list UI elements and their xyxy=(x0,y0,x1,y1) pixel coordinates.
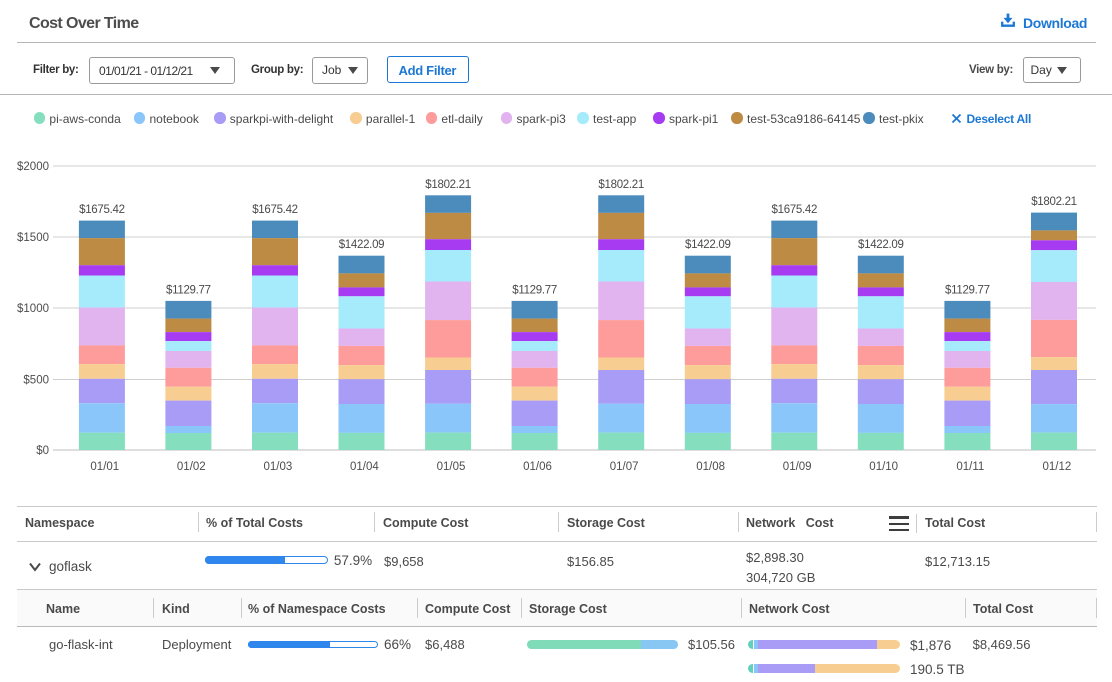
svg-text:$2000: $2000 xyxy=(17,161,49,173)
svg-text:$1675.42: $1675.42 xyxy=(79,204,125,216)
svg-text:01/04: 01/04 xyxy=(350,461,379,473)
svg-text:$1422.09: $1422.09 xyxy=(685,239,731,251)
svg-text:$1129.77: $1129.77 xyxy=(512,284,557,296)
svg-text:01/06: 01/06 xyxy=(523,461,552,473)
svg-text:01/07: 01/07 xyxy=(610,461,639,473)
svg-text:01/11: 01/11 xyxy=(956,461,984,473)
svg-text:$0: $0 xyxy=(36,445,49,457)
svg-text:$1422.09: $1422.09 xyxy=(339,239,385,251)
svg-text:01/10: 01/10 xyxy=(869,461,898,473)
svg-text:01/12: 01/12 xyxy=(1043,461,1072,473)
svg-text:$1422.09: $1422.09 xyxy=(858,239,904,251)
svg-text:$1000: $1000 xyxy=(17,303,49,315)
svg-text:01/01: 01/01 xyxy=(90,461,119,473)
svg-text:01/02: 01/02 xyxy=(177,461,206,473)
svg-text:$1129.77: $1129.77 xyxy=(166,284,211,296)
svg-text:01/09: 01/09 xyxy=(783,461,812,473)
svg-text:$1802.21: $1802.21 xyxy=(1031,196,1077,208)
svg-text:$1802.21: $1802.21 xyxy=(425,179,471,191)
svg-text:01/03: 01/03 xyxy=(264,461,293,473)
svg-text:$1802.21: $1802.21 xyxy=(598,179,644,191)
svg-text:$500: $500 xyxy=(23,374,49,386)
svg-text:01/08: 01/08 xyxy=(696,461,725,473)
svg-text:$1500: $1500 xyxy=(17,232,49,244)
svg-text:$1675.42: $1675.42 xyxy=(252,204,298,216)
svg-text:$1675.42: $1675.42 xyxy=(772,204,818,216)
svg-text:$1129.77: $1129.77 xyxy=(945,284,990,296)
svg-text:01/05: 01/05 xyxy=(437,461,466,473)
